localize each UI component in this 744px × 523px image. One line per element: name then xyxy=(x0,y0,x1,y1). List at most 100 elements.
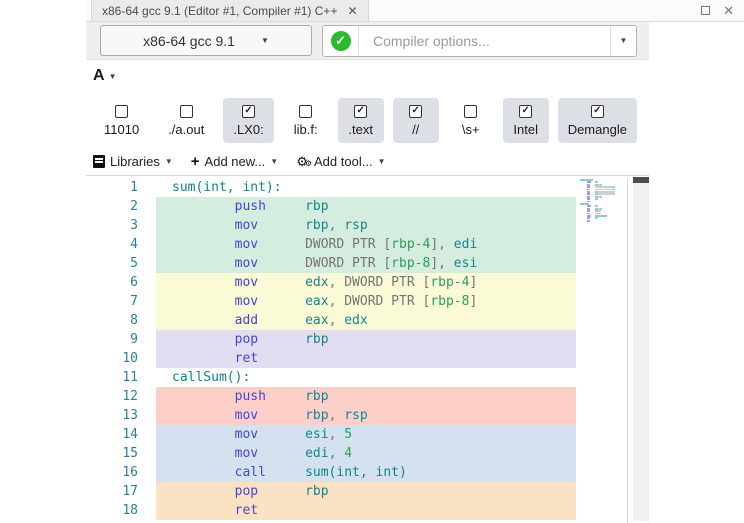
line-number: 8 xyxy=(86,311,156,330)
asm-line[interactable]: 15 mov edi, 4 xyxy=(86,444,649,463)
filter-label: 11010 xyxy=(104,122,139,137)
asm-line[interactable]: 13 mov rbp, rsp xyxy=(86,406,649,425)
checkbox-checked-icon[interactable]: ✓ xyxy=(591,105,604,118)
checkbox-unchecked-icon[interactable] xyxy=(180,105,193,118)
chevron-down-icon: ▼ xyxy=(109,72,117,81)
line-number: 17 xyxy=(86,482,156,501)
vertical-scrollbar[interactable] xyxy=(633,177,649,521)
line-number: 13 xyxy=(86,406,156,425)
line-content: sum(int, int): xyxy=(156,178,576,197)
filter-toggle[interactable]: ./a.out xyxy=(158,98,214,143)
line-number: 11 xyxy=(86,368,156,387)
font-row: A ▼ xyxy=(86,60,649,92)
line-number: 15 xyxy=(86,444,156,463)
gears-icon: ⚙⚙ xyxy=(296,155,309,168)
asm-lines: 1sum(int, int):2 push rbp3 mov rbp, rsp4… xyxy=(86,178,649,520)
line-content: mov eax, DWORD PTR [rbp-8] xyxy=(156,292,576,311)
line-content: mov esi, 5 xyxy=(156,425,576,444)
checkbox-unchecked-icon[interactable] xyxy=(299,105,312,118)
chevron-down-icon: ▼ xyxy=(378,157,386,166)
checkbox-checked-icon[interactable]: ✓ xyxy=(519,105,532,118)
filter-toggle[interactable]: ✓ .LX0: xyxy=(223,98,273,143)
asm-line[interactable]: 10 ret xyxy=(86,349,649,368)
compile-status: ✓ xyxy=(323,26,359,56)
line-content: pop rbp xyxy=(156,482,576,501)
line-content: add eax, edx xyxy=(156,311,576,330)
close-icon[interactable]: ✕ xyxy=(723,4,734,17)
tab-close-icon[interactable]: ✕ xyxy=(347,4,357,18)
line-number: 3 xyxy=(86,216,156,235)
asm-line[interactable]: 11callSum(): xyxy=(86,368,649,387)
line-number: 12 xyxy=(86,387,156,406)
filter-label: // xyxy=(412,122,419,137)
filter-label: Demangle xyxy=(568,122,627,137)
compiler-pane: x86-64 gcc 9.1 ▼ ✓ ▼ A ▼ 11010 ./a.out ✓ .L… xyxy=(86,22,649,521)
add-tool-label: Add tool... xyxy=(314,154,373,169)
line-content: push rbp xyxy=(156,387,576,406)
asm-output-editor[interactable]: 1sum(int, int):2 push rbp3 mov rbp, rsp4… xyxy=(86,177,649,521)
libraries-label: Libraries xyxy=(110,154,160,169)
maximize-icon[interactable] xyxy=(701,6,710,15)
filter-label: .LX0: xyxy=(233,122,263,137)
asm-line[interactable]: 2 push rbp xyxy=(86,197,649,216)
checkbox-checked-icon[interactable]: ✓ xyxy=(409,105,422,118)
asm-line[interactable]: 18 ret xyxy=(86,501,649,520)
line-content: mov rbp, rsp xyxy=(156,406,576,425)
compiler-options-input[interactable] xyxy=(359,26,610,56)
chevron-down-icon: ▼ xyxy=(261,36,269,45)
line-content: callSum(): xyxy=(156,368,576,387)
asm-line[interactable]: 16 call sum(int, int) xyxy=(86,463,649,482)
font-size-button[interactable]: A ▼ xyxy=(93,67,116,85)
options-dropdown-button[interactable]: ▼ xyxy=(610,26,636,56)
filter-toggle[interactable]: ✓ // xyxy=(393,98,439,143)
libraries-button[interactable]: Libraries ▼ xyxy=(93,154,173,169)
line-content: ret xyxy=(156,501,576,520)
asm-line[interactable]: 6 mov edx, DWORD PTR [rbp-4] xyxy=(86,273,649,292)
line-content: ret xyxy=(156,349,576,368)
actions-row: Libraries ▼ + Add new... ▼ ⚙⚙ Add tool..… xyxy=(86,148,649,176)
filter-toggle[interactable]: ✓ Intel xyxy=(503,98,549,143)
checkbox-unchecked-icon[interactable] xyxy=(115,105,128,118)
add-new-button[interactable]: + Add new... ▼ xyxy=(191,154,278,169)
plus-icon: + xyxy=(191,154,200,169)
add-new-label: Add new... xyxy=(205,154,266,169)
asm-line[interactable]: 7 mov eax, DWORD PTR [rbp-8] xyxy=(86,292,649,311)
line-number: 10 xyxy=(86,349,156,368)
font-size-label: A xyxy=(93,67,105,85)
line-content: call sum(int, int) xyxy=(156,463,576,482)
minimap[interactable] xyxy=(578,179,628,523)
book-icon xyxy=(93,155,105,168)
asm-line[interactable]: 14 mov esi, 5 xyxy=(86,425,649,444)
filter-label: Intel xyxy=(513,122,538,137)
checkbox-unchecked-icon[interactable] xyxy=(464,105,477,118)
line-number: 1 xyxy=(86,178,156,197)
asm-line[interactable]: 3 mov rbp, rsp xyxy=(86,216,649,235)
chevron-down-icon: ▼ xyxy=(165,157,173,166)
line-content: mov DWORD PTR [rbp-8], esi xyxy=(156,254,576,273)
add-tool-button[interactable]: ⚙⚙ Add tool... ▼ xyxy=(296,154,385,169)
window-controls: ✕ xyxy=(701,4,744,21)
filter-label: .text xyxy=(348,122,373,137)
checkbox-checked-icon[interactable]: ✓ xyxy=(354,105,367,118)
asm-line[interactable]: 1sum(int, int): xyxy=(86,178,649,197)
asm-line[interactable]: 4 mov DWORD PTR [rbp-4], edi xyxy=(86,235,649,254)
filter-label: \s+ xyxy=(462,122,480,137)
asm-line[interactable]: 8 add eax, edx xyxy=(86,311,649,330)
compiler-tab[interactable]: x86-64 gcc 9.1 (Editor #1, Compiler #1) … xyxy=(91,0,369,21)
filter-toggle[interactable]: 11010 xyxy=(94,98,149,143)
line-number: 16 xyxy=(86,463,156,482)
scrollbar-thumb[interactable] xyxy=(633,177,649,183)
asm-line[interactable]: 9 pop rbp xyxy=(86,330,649,349)
line-number: 6 xyxy=(86,273,156,292)
compiler-options-group: ✓ ▼ xyxy=(322,25,637,57)
filter-toggle[interactable]: ✓ Demangle xyxy=(558,98,637,143)
asm-line[interactable]: 17 pop rbp xyxy=(86,482,649,501)
check-circle-icon: ✓ xyxy=(331,31,351,51)
filter-toggle[interactable]: \s+ xyxy=(448,98,494,143)
filter-toggle[interactable]: lib.f: xyxy=(283,98,329,143)
checkbox-checked-icon[interactable]: ✓ xyxy=(242,105,255,118)
filter-toggle[interactable]: ✓ .text xyxy=(338,98,384,143)
asm-line[interactable]: 5 mov DWORD PTR [rbp-8], esi xyxy=(86,254,649,273)
compiler-select[interactable]: x86-64 gcc 9.1 ▼ xyxy=(100,25,312,56)
asm-line[interactable]: 12 push rbp xyxy=(86,387,649,406)
